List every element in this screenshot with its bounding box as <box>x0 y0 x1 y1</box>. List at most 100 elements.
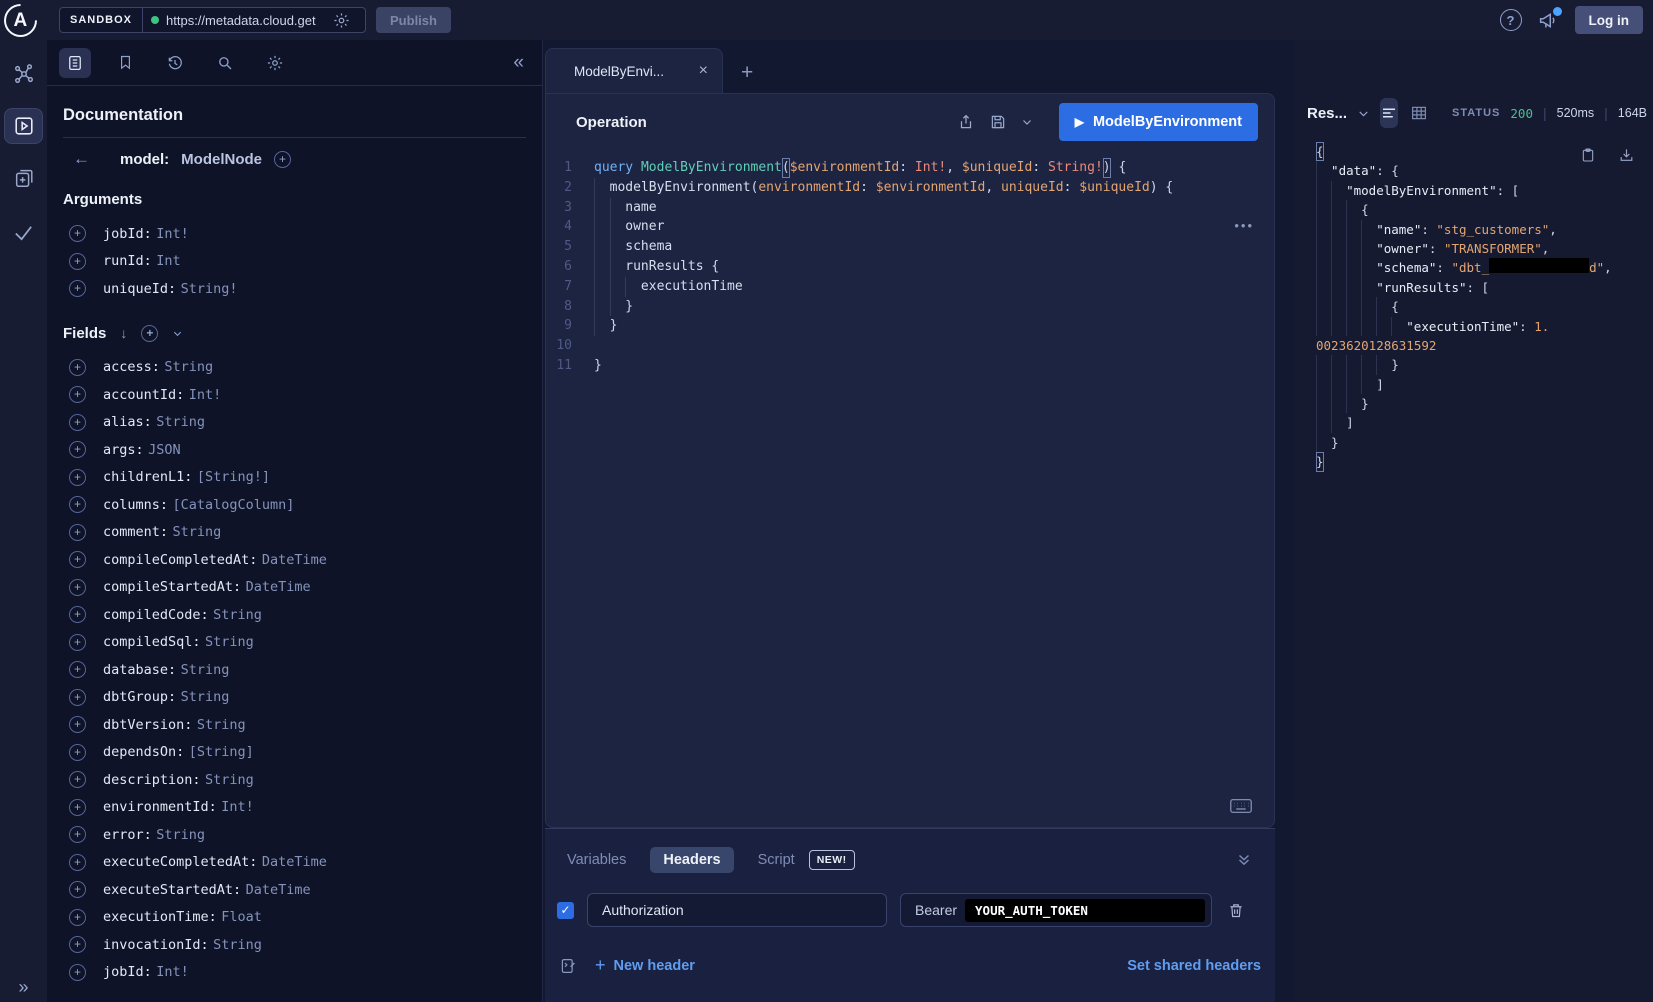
field-name[interactable]: access: <box>103 359 160 375</box>
field-name[interactable]: executionTime: <box>103 909 217 925</box>
add-field-icon[interactable]: + <box>69 854 86 871</box>
add-field-icon[interactable]: + <box>69 936 86 953</box>
argument-name[interactable]: jobId: <box>103 226 152 242</box>
field-type[interactable]: String <box>156 827 205 843</box>
field-name[interactable]: executeStartedAt: <box>103 882 241 898</box>
field-name[interactable]: description: <box>103 772 201 788</box>
announcements-megaphone-icon[interactable] <box>1538 10 1559 31</box>
field-name[interactable]: columns: <box>103 497 168 513</box>
add-field-icon[interactable]: + <box>69 469 86 486</box>
add-field-icon[interactable]: + <box>69 771 86 788</box>
new-tab-icon[interactable]: + <box>741 61 753 93</box>
add-field-icon[interactable]: + <box>69 689 86 706</box>
back-arrow-icon[interactable]: ← <box>73 149 90 169</box>
raw-view-toggle-icon[interactable] <box>1380 98 1398 128</box>
add-field-icon[interactable]: + <box>69 634 86 651</box>
copy-response-icon[interactable] <box>1580 146 1596 164</box>
collapse-panel-chevron-icon[interactable] <box>1235 851 1253 869</box>
field-type[interactable]: String <box>213 937 262 953</box>
add-field-icon[interactable]: + <box>69 551 86 568</box>
run-operation-button[interactable]: ▶ ModelByEnvironment <box>1059 103 1258 141</box>
schema-graph-icon[interactable] <box>0 54 47 94</box>
field-name[interactable]: childrenL1: <box>103 469 192 485</box>
saved-operations-bookmark-icon[interactable] <box>109 48 141 78</box>
add-argument-icon[interactable]: + <box>69 280 86 297</box>
field-type[interactable]: String <box>205 634 254 650</box>
field-type[interactable]: DateTime <box>246 579 311 595</box>
argument-type[interactable]: String! <box>181 281 238 297</box>
history-icon[interactable] <box>159 48 191 78</box>
field-name[interactable]: alias: <box>103 414 152 430</box>
add-field-icon[interactable]: + <box>69 496 86 513</box>
share-operation-icon[interactable] <box>957 113 975 131</box>
add-field-icon[interactable]: + <box>69 441 86 458</box>
collections-icon[interactable] <box>0 158 47 198</box>
field-type[interactable]: String <box>156 414 205 430</box>
add-field-icon[interactable]: + <box>69 964 86 981</box>
field-type[interactable]: String <box>172 524 221 540</box>
field-type[interactable]: [String!] <box>197 469 270 485</box>
header-name-input[interactable]: Authorization <box>587 893 887 927</box>
field-name[interactable]: compileCompletedAt: <box>103 552 257 568</box>
field-name[interactable]: invocationId: <box>103 937 209 953</box>
field-name[interactable]: jobId: <box>103 964 152 980</box>
add-field-icon[interactable]: + <box>69 606 86 623</box>
operation-tab[interactable]: ModelByEnvi... × <box>545 48 723 93</box>
delete-header-trash-icon[interactable] <box>1227 901 1245 920</box>
field-type[interactable]: DateTime <box>246 882 311 898</box>
new-header-button[interactable]: + New header <box>595 955 695 976</box>
response-json-viewer[interactable]: {"data": {"modelByEnvironment": [{"name"… <box>1295 134 1653 472</box>
add-field-icon[interactable]: + <box>69 386 86 403</box>
field-type[interactable]: [String] <box>189 744 254 760</box>
field-type[interactable]: Float <box>221 909 262 925</box>
field-type[interactable]: [CatalogColumn] <box>172 497 294 513</box>
field-name[interactable]: accountId: <box>103 387 184 403</box>
bottom-tab[interactable]: Headers <box>650 847 733 873</box>
argument-name[interactable]: uniqueId: <box>103 281 176 297</box>
add-field-icon[interactable]: + <box>69 826 86 843</box>
auth-token-value[interactable]: YOUR_AUTH_TOKEN <box>965 899 1205 922</box>
explorer-play-icon[interactable] <box>4 108 43 144</box>
field-type[interactable]: String <box>181 662 230 678</box>
add-field-icon[interactable]: + <box>69 744 86 761</box>
preflight-script-icon[interactable] <box>559 957 577 975</box>
response-dropdown-chevron-icon[interactable] <box>1357 107 1370 120</box>
help-icon[interactable]: ? <box>1500 9 1522 31</box>
close-tab-icon[interactable]: × <box>699 62 708 80</box>
field-name[interactable]: comment: <box>103 524 168 540</box>
settings-gear-icon[interactable] <box>259 48 291 78</box>
save-options-chevron-icon[interactable] <box>1021 116 1033 128</box>
endpoint-input[interactable]: https://metadata.cloud.get <box>143 12 365 29</box>
argument-name[interactable]: runId: <box>103 253 152 269</box>
set-shared-headers-link[interactable]: Set shared headers <box>1127 958 1261 974</box>
header-value-input[interactable]: Bearer YOUR_AUTH_TOKEN <box>900 893 1212 927</box>
field-type[interactable]: JSON <box>148 442 181 458</box>
argument-type[interactable]: Int! <box>156 226 189 242</box>
editor-more-options-icon[interactable]: ••• <box>1234 218 1254 233</box>
field-name[interactable]: compiledSql: <box>103 634 201 650</box>
add-field-icon[interactable]: + <box>69 579 86 596</box>
add-field-icon[interactable]: + <box>69 716 86 733</box>
field-type[interactable]: String <box>181 689 230 705</box>
endpoint-url[interactable]: https://metadata.cloud.get <box>166 13 326 28</box>
field-type[interactable]: Int! <box>156 964 189 980</box>
add-field-icon[interactable]: + <box>69 909 86 926</box>
graphql-editor[interactable]: 1query ModelByEnvironment($environmentId… <box>546 150 1274 376</box>
add-field-icon[interactable]: + <box>69 414 86 431</box>
header-enabled-checkbox[interactable]: ✓ <box>557 902 574 919</box>
field-name[interactable]: environmentId: <box>103 799 217 815</box>
add-field-icon[interactable]: + <box>69 524 86 541</box>
field-name[interactable]: database: <box>103 662 176 678</box>
expand-rail-icon[interactable]: » <box>0 977 47 998</box>
search-icon[interactable] <box>209 48 241 78</box>
field-name[interactable]: dbtVersion: <box>103 717 192 733</box>
add-field-icon[interactable]: + <box>69 359 86 376</box>
add-field-icon[interactable]: + <box>69 881 86 898</box>
field-type[interactable]: Int! <box>221 799 254 815</box>
field-type[interactable]: String <box>197 717 246 733</box>
argument-type[interactable]: Int <box>156 253 180 269</box>
bottom-tab[interactable]: Variables <box>567 852 626 868</box>
endpoint-settings-gear-icon[interactable] <box>333 12 350 29</box>
field-name[interactable]: dependsOn: <box>103 744 184 760</box>
bottom-tab[interactable]: Script <box>758 852 795 868</box>
